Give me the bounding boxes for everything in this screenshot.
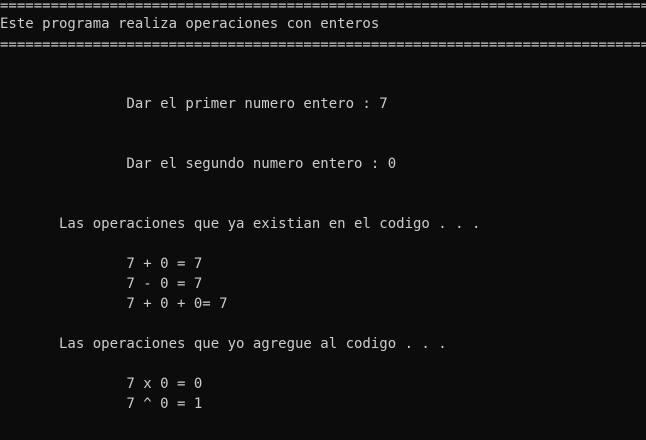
- added-op-product: 7 x 0 = 0: [0, 376, 203, 392]
- existing-op-triple-sum: 7 + 0 + 0= 7: [0, 296, 228, 312]
- existing-op-difference: 7 - 0 = 7: [0, 276, 203, 292]
- existing-op-sum: 7 + 0 = 7: [0, 256, 203, 272]
- prompt-first-number: Dar el primer numero entero : 7: [0, 96, 388, 112]
- added-op-power: 7 ^ 0 = 1: [0, 396, 203, 412]
- program-title: Este programa realiza operaciones con en…: [0, 16, 380, 32]
- header-border-bottom: ========================================…: [0, 37, 646, 53]
- existing-operations-header: Las operaciones que ya existian en el co…: [0, 216, 481, 232]
- prompt-second-number: Dar el segundo numero entero : 0: [0, 156, 397, 172]
- added-operations-header: Las operaciones que yo agregue al codigo…: [0, 336, 447, 352]
- console-window[interactable]: ========================================…: [0, 0, 646, 440]
